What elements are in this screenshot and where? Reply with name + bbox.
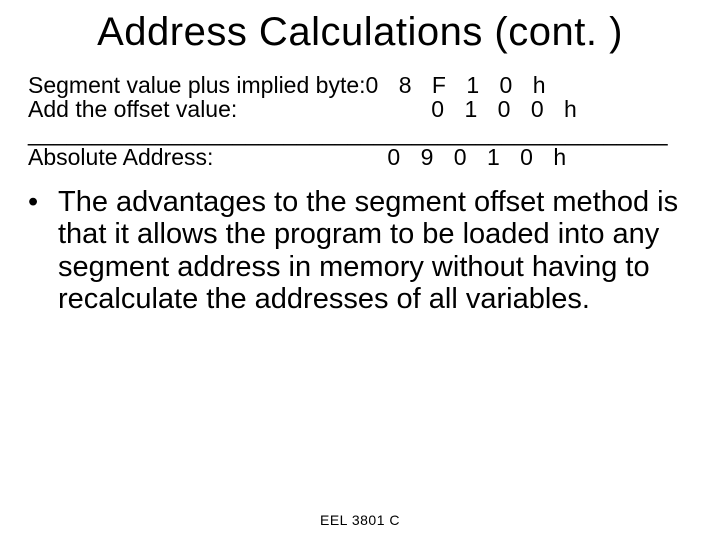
bullet-item: • The advantages to the segment offset m…	[28, 186, 684, 316]
spacer	[275, 97, 431, 121]
slide-footer: EEL 3801 C	[0, 512, 720, 528]
slide-title: Address Calculations (cont. )	[0, 10, 720, 55]
slide: Address Calculations (cont. ) Segment va…	[0, 10, 720, 540]
spacer	[237, 97, 275, 121]
calc-label-offset: Add the offset value:	[28, 97, 237, 121]
calc-label-segment: Segment value plus implied byte:	[28, 73, 366, 97]
calc-value-offset: 0 1 0 0 h	[431, 97, 584, 121]
calc-value-absolute: 0 9 0 1 0 h	[387, 145, 573, 169]
address-calculation-block: Segment value plus implied byte: 0 8 F 1…	[28, 73, 692, 170]
bullet-text: The advantages to the segment offset met…	[58, 186, 684, 316]
calc-label-absolute: Absolute Address:	[28, 145, 213, 169]
bullet-dot-icon: •	[28, 186, 58, 316]
calc-row-segment: Segment value plus implied byte: 0 8 F 1…	[28, 73, 692, 97]
calc-row-offset: Add the offset value: 0 1 0 0 h	[28, 97, 692, 121]
calc-divider: ________________________________________…	[28, 121, 692, 145]
calc-value-segment: 0 8 F 1 0 h	[366, 73, 553, 97]
calc-row-absolute: Absolute Address: 0 9 0 1 0 h	[28, 145, 692, 169]
spacer	[233, 145, 387, 169]
spacer	[213, 145, 233, 169]
bullet-list: • The advantages to the segment offset m…	[28, 186, 684, 316]
